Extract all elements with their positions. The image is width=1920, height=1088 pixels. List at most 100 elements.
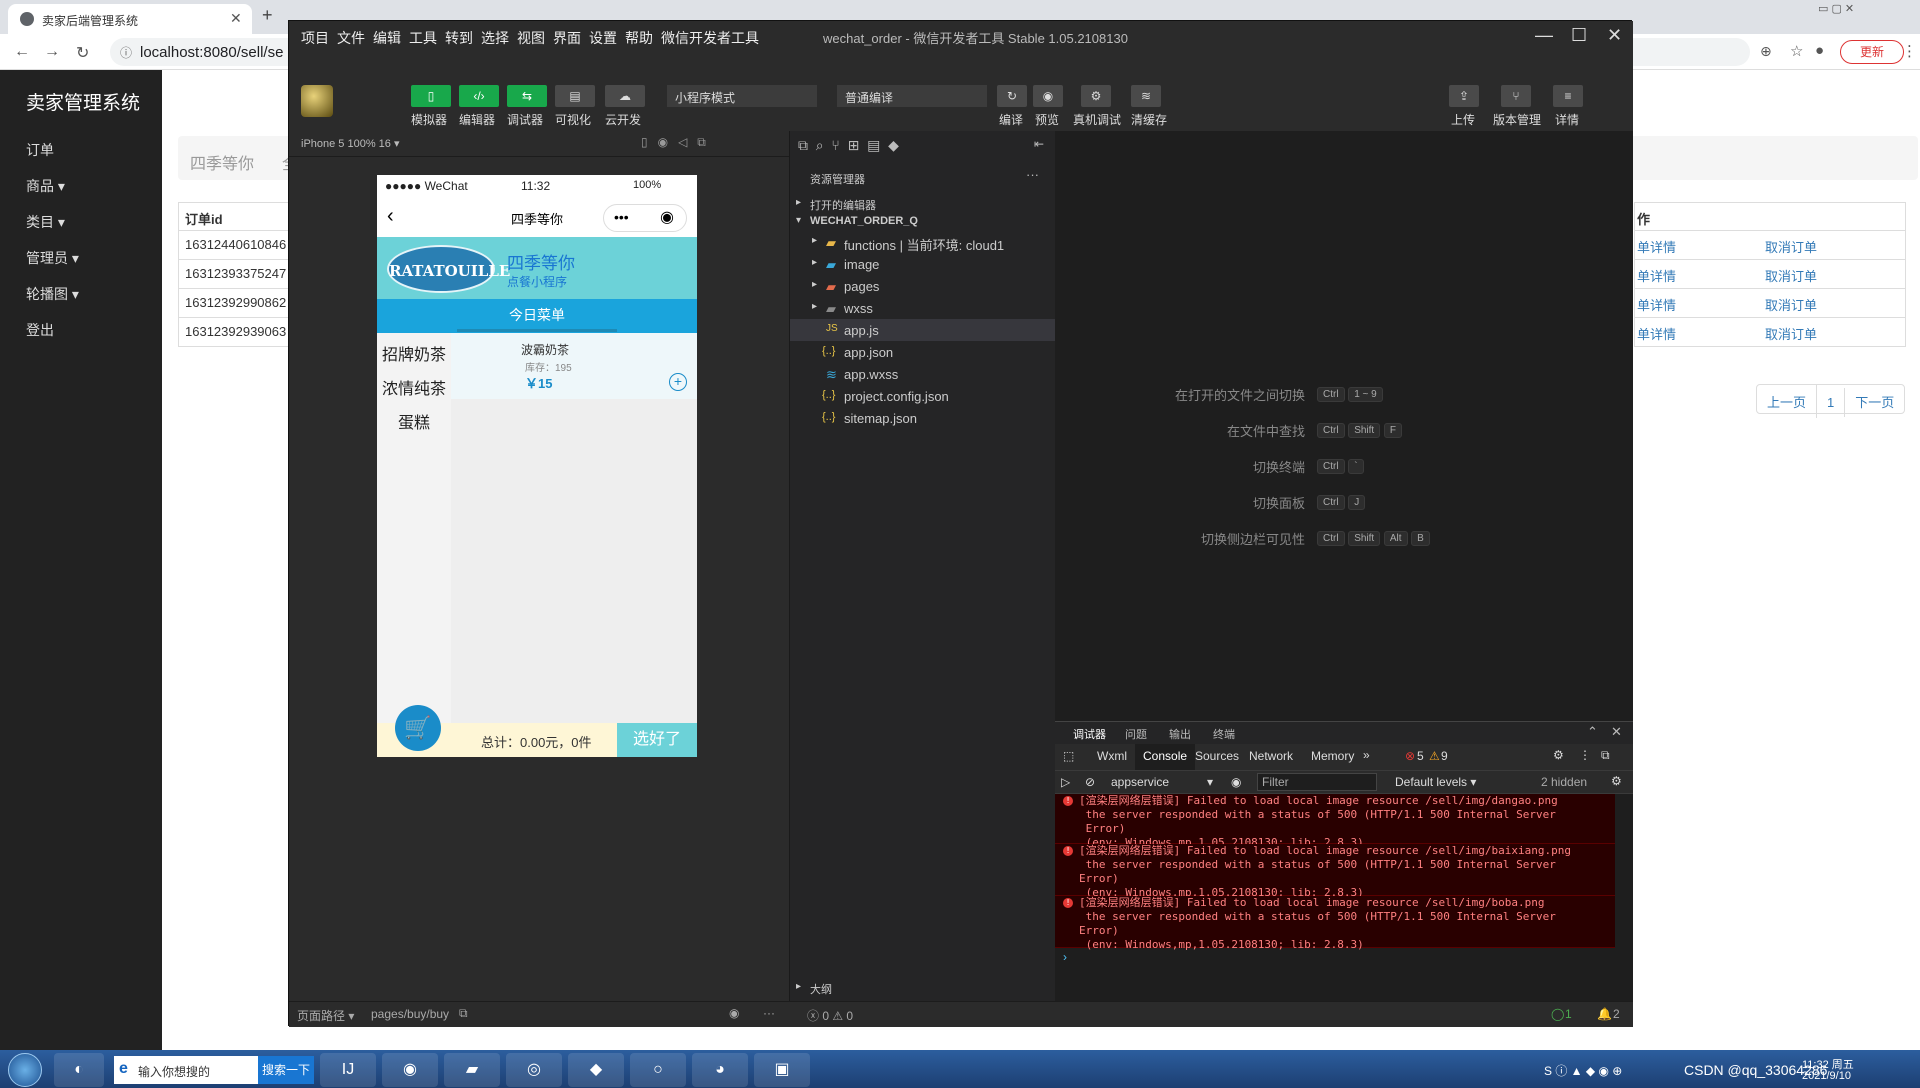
chevron-down-icon[interactable]: ▾ (1207, 775, 1213, 789)
next-page-button[interactable]: 下一页 (1845, 385, 1904, 418)
eye-icon[interactable]: ◉ (729, 1006, 739, 1020)
more-tabs-icon[interactable]: » (1363, 748, 1370, 762)
cart-icon[interactable]: 🛒 (395, 705, 441, 751)
compile-mode-select[interactable]: 普通编译 (837, 85, 987, 107)
tab-terminal[interactable]: 终端 (1213, 726, 1235, 742)
nav-products[interactable]: 商品 ▾ (26, 176, 65, 196)
forward-icon[interactable]: → (44, 43, 60, 61)
error-count-icon[interactable]: ⊗ (1405, 749, 1415, 763)
order-detail-link[interactable]: 单详情 (1637, 295, 1676, 314)
compile-icon[interactable]: ↻ (997, 85, 1027, 107)
device-select[interactable]: iPhone 5 100% 16 ▾ (301, 137, 399, 150)
menu-select[interactable]: 选择 (481, 28, 509, 48)
menu-wechat-devtools[interactable]: 微信开发者工具 (661, 28, 759, 48)
taskbar-search[interactable]: e 输入你想搜的 搜索一下 (114, 1056, 314, 1084)
tab-problems[interactable]: 问题 (1125, 726, 1147, 742)
checkout-button[interactable]: 选好了 (617, 723, 697, 757)
file-item[interactable]: {..} sitemap.json (790, 407, 1056, 429)
nav-categories[interactable]: 类目 ▾ (26, 212, 65, 232)
order-detail-link[interactable]: 单详情 (1637, 237, 1676, 256)
clear-cache-icon[interactable]: ≋ (1131, 85, 1161, 107)
filter-input[interactable]: Filter (1257, 773, 1377, 791)
cancel-order-link[interactable]: 取消订单 (1765, 324, 1817, 343)
cancel-order-link[interactable]: 取消订单 (1765, 237, 1817, 256)
tray-icons[interactable]: S ⓘ ▲ ◆ ◉ ⊕ (1544, 1062, 1684, 1079)
tab-network[interactable]: Network (1249, 749, 1293, 763)
version-icon[interactable]: ⑂ (1501, 85, 1531, 107)
problems-count[interactable]: ⓧ 0 ⚠ 0 (807, 1007, 853, 1024)
minimize-icon[interactable]: — (1535, 25, 1553, 46)
nav-orders[interactable]: 订单 (26, 140, 54, 160)
wechat-devtools-icon[interactable]: ◕ (692, 1053, 748, 1087)
close-miniapp-icon[interactable]: ◉ (660, 207, 674, 227)
inspect-icon[interactable]: ⬚ (1063, 749, 1074, 763)
nav-logout[interactable]: 登出 (26, 320, 54, 340)
file-item[interactable]: {..} project.config.json (790, 385, 1056, 407)
nav-admins[interactable]: 管理员 ▾ (26, 248, 79, 268)
menu-project[interactable]: 项目 (301, 28, 329, 48)
order-detail-link[interactable]: 单详情 (1637, 324, 1676, 343)
avatar[interactable] (301, 85, 333, 117)
category-item[interactable]: 蛋糕 (377, 409, 451, 433)
menu-tools[interactable]: 工具 (409, 28, 437, 48)
tab-sources[interactable]: Sources (1195, 749, 1239, 763)
close-panel-icon[interactable]: ✕ (1611, 724, 1622, 740)
file-item[interactable]: {..} app.json (790, 341, 1056, 363)
back-icon[interactable]: ‹ (387, 205, 394, 228)
simulator-toggle[interactable]: ▯ (411, 85, 451, 107)
app-icon-active[interactable]: ▣ (754, 1053, 810, 1087)
cancel-order-link[interactable]: 取消订单 (1765, 295, 1817, 314)
breadcrumb-item[interactable]: 四季等你 (190, 150, 254, 174)
upload-icon[interactable]: ⇪ (1449, 85, 1479, 107)
nav-carousel[interactable]: 轮播图 ▾ (26, 284, 79, 304)
app-icon-circle[interactable]: ○ (630, 1053, 686, 1087)
tab-wxml[interactable]: Wxml (1097, 749, 1127, 763)
file-item[interactable]: ▸ ▰ image (790, 253, 1056, 275)
more-icon[interactable]: ··· (763, 1006, 775, 1020)
file-item[interactable]: ▸ ▰ pages (790, 275, 1056, 297)
close-tab-icon[interactable]: ✕ (230, 10, 242, 27)
sidebar-toggle-icon[interactable]: ▷ (1061, 775, 1070, 789)
menu-edit[interactable]: 编辑 (373, 28, 401, 48)
reload-icon[interactable]: ↻ (76, 43, 89, 63)
app-icon-folder[interactable]: ◆ (568, 1053, 624, 1087)
more-icon[interactable]: ••• (614, 209, 629, 225)
menu-view[interactable]: 视图 (517, 28, 545, 48)
explorer-toolbar-icons[interactable]: ⧉ ⌕ ⑂ ⊞ ▤ ◆ (798, 137, 899, 154)
menu-interface[interactable]: 界面 (553, 28, 581, 48)
clear-console-icon[interactable]: ⊘ (1085, 775, 1095, 789)
file-item-selected[interactable]: JS app.js (790, 319, 1056, 341)
clock-date[interactable]: 2021/9/10 (1802, 1070, 1851, 1082)
outline-section[interactable]: ▸ 大纲 (790, 977, 1056, 999)
menu-icon[interactable]: ⋮ (1902, 42, 1917, 60)
page-1-button[interactable]: 1 (1817, 388, 1846, 417)
app-icon-360[interactable]: ◐ (54, 1053, 104, 1087)
today-menu-tab[interactable]: 今日菜单 (377, 299, 697, 333)
settings-icon[interactable]: ⚙ (1553, 748, 1564, 762)
menu-settings[interactable]: 设置 (589, 28, 617, 48)
tab-memory[interactable]: Memory (1311, 749, 1354, 763)
star-icon[interactable]: ☆ (1790, 42, 1803, 60)
console-settings-icon[interactable]: ⚙ (1611, 774, 1622, 788)
category-item[interactable]: 浓情纯茶 (377, 375, 451, 399)
explorer-icon[interactable]: ▰ (444, 1053, 500, 1087)
project-root[interactable]: ▾ WECHAT_ORDER_Q (790, 211, 1056, 233)
search-button[interactable]: 搜索一下 (258, 1056, 314, 1084)
chrome-icon[interactable]: ◎ (506, 1053, 562, 1087)
intellij-icon[interactable]: IJ (320, 1053, 376, 1087)
menu-file[interactable]: 文件 (337, 28, 365, 48)
cloud-toggle[interactable]: ☁ (605, 85, 645, 107)
file-item[interactable]: ▸ ▰ wxss (790, 297, 1056, 319)
console-prompt-icon[interactable]: › (1063, 950, 1067, 964)
tab-console[interactable]: Console (1135, 744, 1196, 770)
preview-icon[interactable]: ◉ (1033, 85, 1063, 107)
profile-icon[interactable]: ● (1815, 42, 1824, 59)
dock-icon[interactable]: ⧉ (1601, 748, 1610, 763)
editor-toggle[interactable]: ‹/› (459, 85, 499, 107)
menu-help[interactable]: 帮助 (625, 28, 653, 48)
add-to-cart-icon[interactable]: + (669, 373, 687, 391)
mode-select[interactable]: 小程序模式 (667, 85, 817, 107)
tab-debugger[interactable]: 调试器 (1073, 726, 1106, 742)
copy-icon[interactable]: ⧉ (459, 1006, 468, 1021)
debugger-toggle[interactable]: ⇆ (507, 85, 547, 107)
